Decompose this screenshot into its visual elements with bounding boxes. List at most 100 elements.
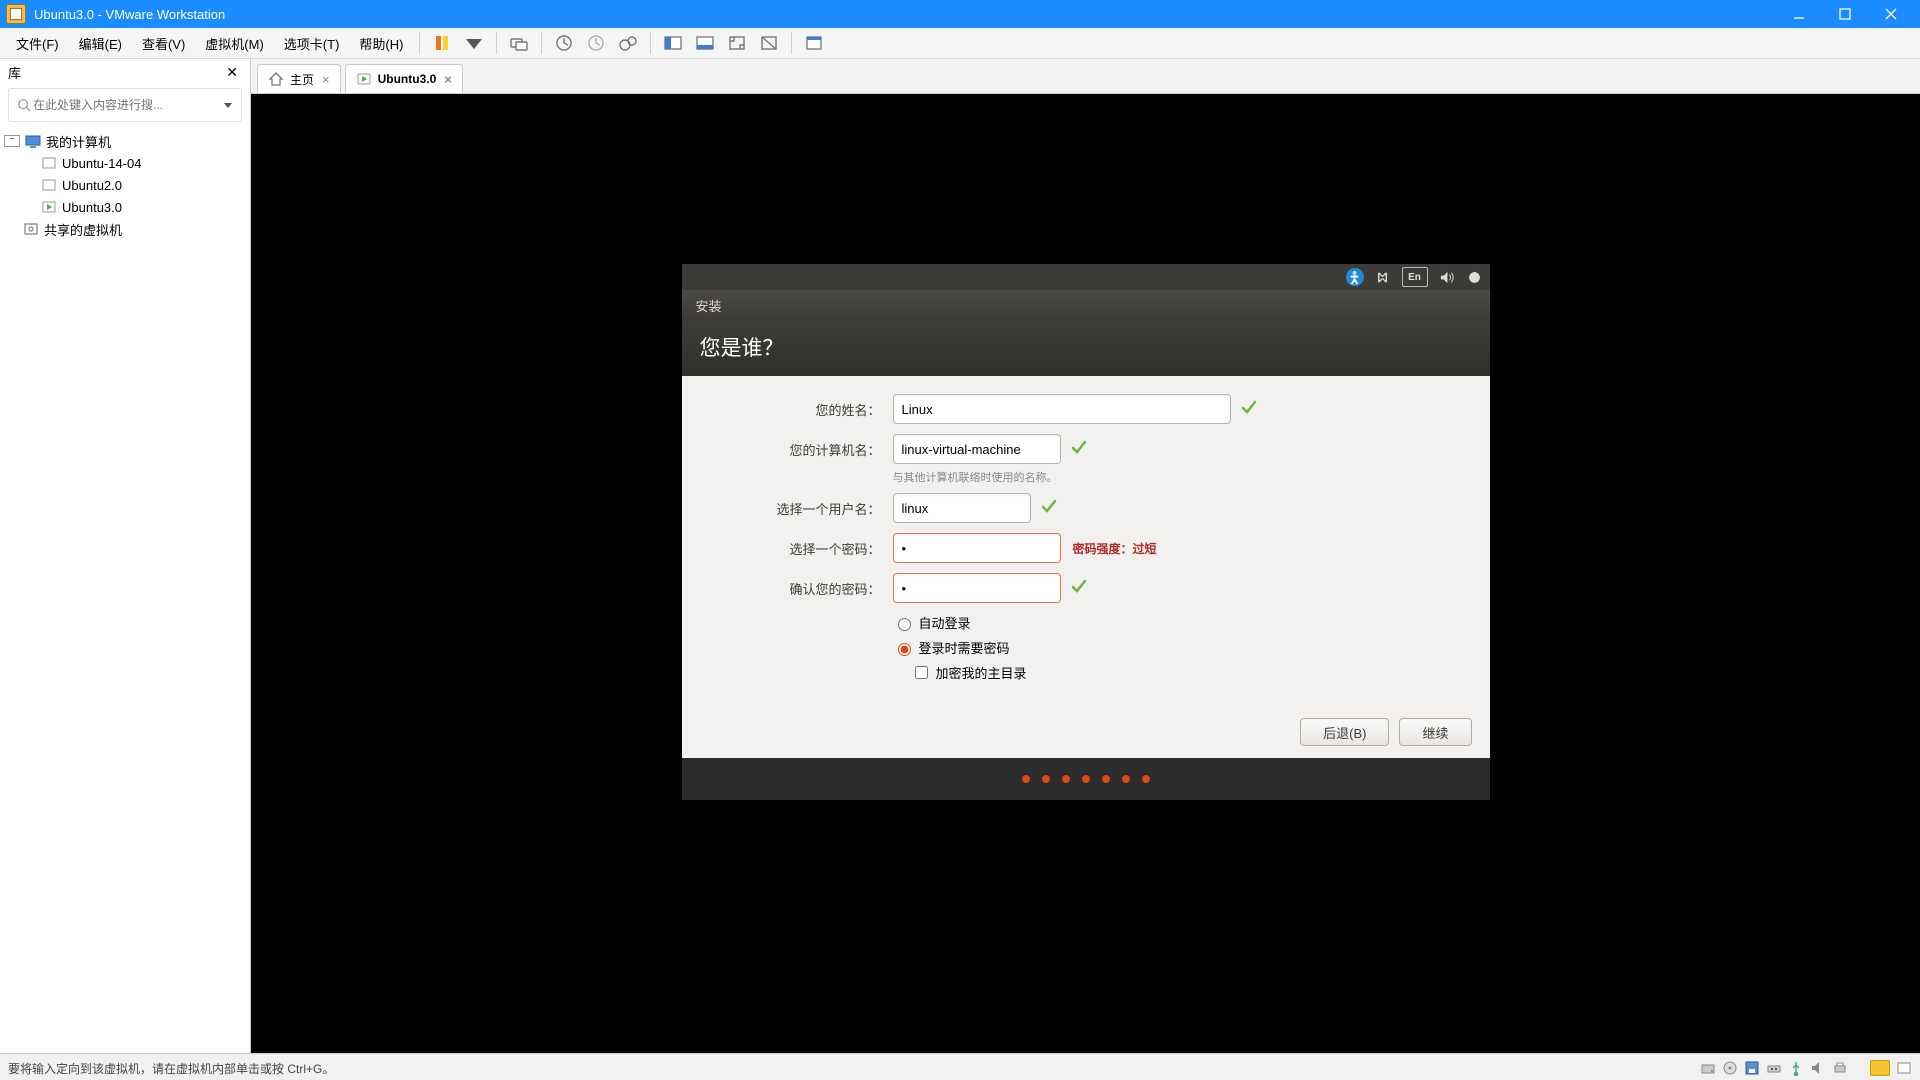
tree-item-ubuntu3[interactable]: Ubuntu3.0	[2, 196, 248, 218]
library-button[interactable]	[800, 30, 828, 56]
label-auto-login: 自动登录	[919, 613, 971, 632]
tab-home-label: 主页	[290, 71, 314, 88]
tabbar: 主页 × Ubuntu3.0 ×	[251, 59, 1920, 94]
back-button[interactable]: 后退(B)	[1300, 718, 1389, 746]
vm-console[interactable]: En 安装 您是谁？ 您的姓名： 您的计算	[251, 94, 1920, 1053]
vm-icon	[40, 177, 58, 193]
snapshot-manager-button[interactable]	[614, 30, 642, 56]
menu-help[interactable]: 帮助(H)	[349, 30, 413, 57]
label-password: 选择一个密码：	[706, 539, 881, 558]
tree-item-label: Ubuntu2.0	[62, 178, 122, 193]
vm-running-icon	[356, 71, 372, 87]
window-title: Ubuntu3.0 - VMware Workstation	[34, 7, 1776, 22]
option-require-password[interactable]: 登录时需要密码	[893, 638, 1466, 657]
revert-snapshot-button[interactable]	[582, 30, 610, 56]
check-icon	[1241, 399, 1257, 420]
power-dropdown[interactable]	[460, 30, 488, 56]
tab-close-icon[interactable]: ×	[322, 72, 330, 87]
progress-dot	[1062, 775, 1070, 783]
ubuntu-top-panel: En	[682, 264, 1490, 290]
label-encrypt-home: 加密我的主目录	[936, 663, 1027, 682]
view-console-button[interactable]	[659, 30, 687, 56]
library-search[interactable]	[8, 88, 242, 122]
floppy-icon[interactable]	[1744, 1060, 1760, 1076]
installer-footer: 后退(B) 继续	[682, 706, 1490, 758]
status-tray	[1700, 1060, 1912, 1076]
app-icon	[6, 4, 26, 24]
cd-icon[interactable]	[1722, 1060, 1738, 1076]
pause-button[interactable]	[428, 30, 456, 56]
message-log-icon[interactable]	[1870, 1060, 1890, 1076]
statusbar: 要将输入定向到该虚拟机，请在虚拟机内部单击或按 Ctrl+G。	[0, 1053, 1920, 1080]
tab-vm-label: Ubuntu3.0	[378, 72, 437, 86]
tab-close-icon[interactable]: ×	[444, 72, 452, 87]
label-host: 您的计算机名：	[706, 440, 881, 459]
menu-tabs[interactable]: 选项卡(T)	[274, 30, 350, 57]
printer-icon[interactable]	[1832, 1060, 1848, 1076]
label-confirm: 确认您的密码：	[706, 579, 881, 598]
installer-form: 您的姓名： 您的计算机名： 与其他计算机联络时使用的名称。 选择一个用户名：	[682, 376, 1490, 706]
library-close-icon[interactable]: ✕	[222, 64, 242, 81]
tree-shared-label: 共享的虚拟机	[44, 220, 122, 239]
input-method-indicator[interactable]: En	[1402, 267, 1428, 287]
progress-dot	[1142, 775, 1150, 783]
close-button[interactable]	[1868, 0, 1914, 28]
continue-button[interactable]: 继续	[1399, 718, 1471, 746]
fit-guest-icon[interactable]	[1896, 1060, 1912, 1076]
fullscreen-button[interactable]	[723, 30, 751, 56]
vm-running-icon	[40, 199, 58, 215]
option-auto-login[interactable]: 自动登录	[893, 613, 1466, 632]
tree-item-ubuntu-14-04[interactable]: Ubuntu-14-04	[2, 152, 248, 174]
tab-home[interactable]: 主页 ×	[257, 64, 341, 93]
label-require-password: 登录时需要密码	[919, 638, 1010, 657]
network-adapter-icon[interactable]	[1766, 1060, 1782, 1076]
window-titlebar: Ubuntu3.0 - VMware Workstation	[0, 0, 1920, 28]
radio-auto-login[interactable]	[898, 618, 911, 631]
main-area: 主页 × Ubuntu3.0 × En 安装	[251, 59, 1920, 1053]
maximize-button[interactable]	[1822, 0, 1868, 28]
menu-vm[interactable]: 虚拟机(M)	[195, 30, 274, 57]
tree-root-label: 我的计算机	[46, 132, 111, 151]
installer-titlebar: 安装	[682, 290, 1490, 320]
input-password[interactable]	[893, 533, 1061, 563]
sound-icon[interactable]	[1810, 1060, 1826, 1076]
input-name[interactable]	[893, 394, 1231, 424]
menubar: 文件(F) 编辑(E) 查看(V) 虚拟机(M) 选项卡(T) 帮助(H)	[0, 28, 1920, 59]
menu-edit[interactable]: 编辑(E)	[69, 30, 132, 57]
input-confirm-password[interactable]	[893, 573, 1061, 603]
option-encrypt-home[interactable]: 加密我的主目录	[911, 663, 1466, 682]
tree-item-ubuntu2[interactable]: Ubuntu2.0	[2, 174, 248, 196]
library-search-input[interactable]	[31, 97, 219, 113]
menu-file[interactable]: 文件(F)	[6, 30, 69, 57]
tree-item-label: Ubuntu3.0	[62, 200, 122, 215]
tree-collapse-icon[interactable]: −	[4, 135, 20, 147]
usb-icon[interactable]	[1788, 1060, 1804, 1076]
snapshot-button[interactable]	[550, 30, 578, 56]
menu-view[interactable]: 查看(V)	[132, 30, 195, 57]
input-host[interactable]	[893, 434, 1061, 464]
tab-ubuntu3[interactable]: Ubuntu3.0 ×	[345, 64, 463, 93]
installer-heading: 您是谁？	[700, 332, 1472, 362]
unity-button[interactable]	[755, 30, 783, 56]
network-icon[interactable]	[1374, 268, 1392, 286]
minimize-button[interactable]	[1776, 0, 1822, 28]
tree-shared-vms[interactable]: 共享的虚拟机	[2, 218, 248, 240]
input-user[interactable]	[893, 493, 1031, 523]
send-keys-button[interactable]	[505, 30, 533, 56]
vm-icon	[40, 155, 58, 171]
disk-icon[interactable]	[1700, 1060, 1716, 1076]
power-icon[interactable]	[1466, 268, 1484, 286]
volume-icon[interactable]	[1438, 268, 1456, 286]
search-icon	[17, 98, 31, 112]
check-icon	[1071, 439, 1087, 460]
accessibility-icon[interactable]	[1346, 268, 1364, 286]
status-message: 要将输入定向到该虚拟机，请在虚拟机内部单击或按 Ctrl+G。	[8, 1060, 1700, 1077]
tree-root-my-computer[interactable]: − 我的计算机	[2, 130, 248, 152]
radio-require-password[interactable]	[898, 643, 911, 656]
ubuntu-installer-window: En 安装 您是谁？ 您的姓名： 您的计算	[682, 264, 1490, 800]
view-single-button[interactable]	[691, 30, 719, 56]
installer-progress-dots	[682, 758, 1490, 800]
search-dropdown-icon[interactable]	[223, 100, 233, 110]
progress-dot	[1122, 775, 1130, 783]
checkbox-encrypt-home[interactable]	[915, 666, 928, 679]
